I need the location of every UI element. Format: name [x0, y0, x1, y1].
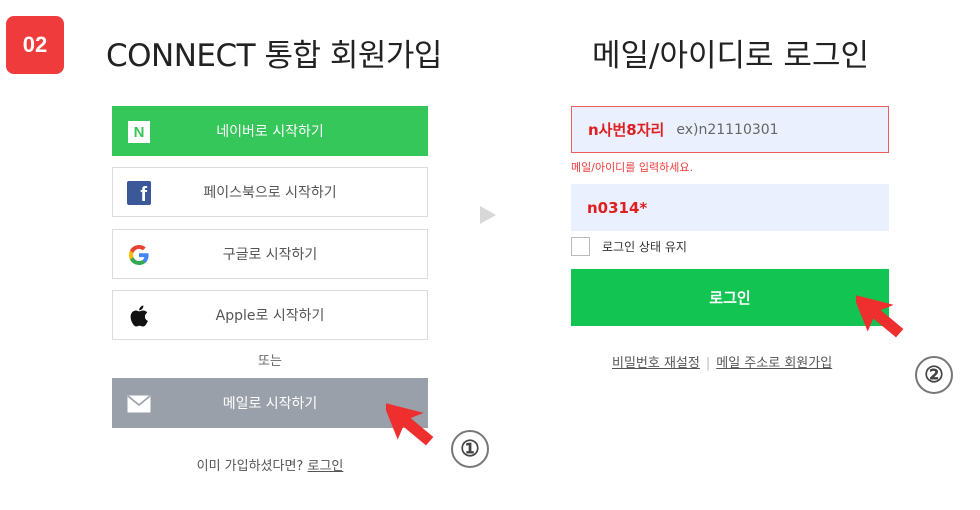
id-input-placeholder: ex)n21110301	[676, 121, 779, 138]
keep-login-option[interactable]: 로그인 상태 유지	[571, 237, 687, 256]
naver-start-label: 네이버로 시작하기	[216, 124, 324, 140]
email-start-label: 메일로 시작하기	[222, 396, 318, 412]
apple-icon	[127, 304, 151, 328]
link-separator: |	[705, 356, 711, 371]
email-id-input[interactable]: n사번8자리 ex)n21110301	[571, 106, 889, 153]
email-start-button[interactable]: 메일로 시작하기	[112, 378, 428, 428]
login-footer-links: 비밀번호 재설정 | 메일 주소로 회원가입	[612, 352, 832, 371]
id-input-value: n사번8자리	[588, 121, 665, 139]
login-title: 메일/아이디로 로그인	[592, 38, 869, 74]
id-error-message: 메일/아이디를 입력하세요.	[571, 161, 694, 174]
envelope-icon	[127, 392, 151, 416]
email-signup-link[interactable]: 메일 주소로 회원가입	[716, 356, 832, 371]
apple-start-button[interactable]: Apple로 시작하기	[112, 290, 428, 340]
password-input[interactable]: n0314*	[571, 184, 889, 231]
keep-login-checkbox[interactable]	[571, 237, 590, 256]
next-step-arrow-icon	[480, 206, 496, 224]
google-start-label: 구글로 시작하기	[222, 247, 318, 263]
pointer-arrow-icon	[856, 294, 904, 338]
login-button[interactable]: 로그인	[571, 269, 889, 326]
step-marker-2: ②	[915, 356, 953, 394]
keep-login-label: 로그인 상태 유지	[602, 240, 687, 254]
naver-icon: N	[127, 120, 151, 144]
google-start-button[interactable]: 구글로 시작하기	[112, 229, 428, 279]
password-input-value: n0314*	[587, 198, 648, 217]
already-member-text: 이미 가입하셨다면? 로그인	[196, 459, 344, 474]
or-divider-text: 또는	[258, 354, 282, 369]
step-marker-1: ①	[451, 430, 489, 468]
pointer-arrow-icon	[386, 402, 434, 446]
facebook-start-label: 페이스북으로 시작하기	[203, 185, 337, 201]
naver-start-button[interactable]: N 네이버로 시작하기	[112, 106, 428, 156]
apple-start-label: Apple로 시작하기	[215, 308, 325, 324]
google-icon	[127, 243, 151, 267]
signup-title: CONNECT 통합 회원가입	[106, 38, 442, 74]
step-badge: 02	[6, 16, 64, 74]
reset-password-link[interactable]: 비밀번호 재설정	[612, 356, 700, 371]
login-link[interactable]: 로그인	[307, 459, 343, 474]
facebook-icon: f	[127, 181, 151, 205]
facebook-start-button[interactable]: f 페이스북으로 시작하기	[112, 167, 428, 217]
